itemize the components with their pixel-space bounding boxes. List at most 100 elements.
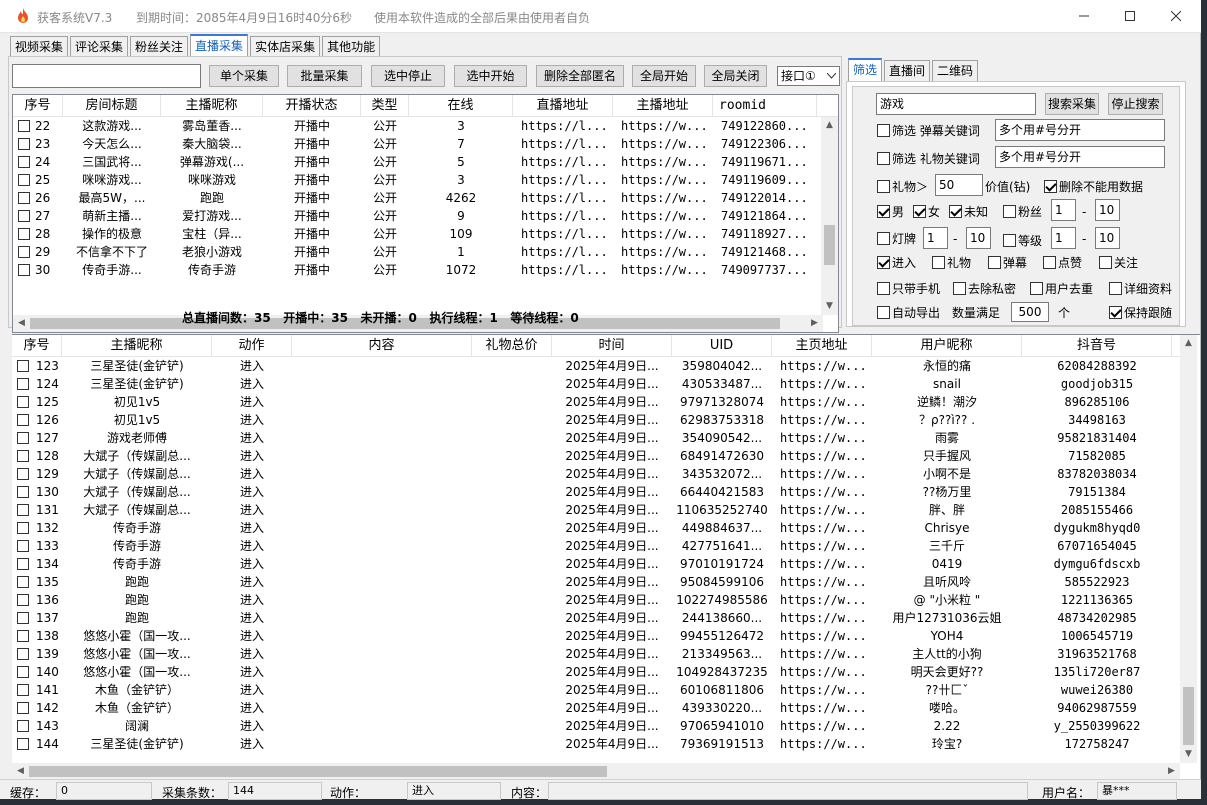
search-collect-button[interactable]: 搜索采集 bbox=[1045, 93, 1099, 115]
row-checkbox[interactable] bbox=[17, 504, 29, 516]
row-checkbox[interactable] bbox=[17, 648, 29, 660]
table-row[interactable]: 24 三国武将... 弹幕游戏(... 开播中 公开 5 https://l... https… bbox=[13, 153, 823, 171]
gift-gt-checkbox[interactable]: 礼物＞ bbox=[877, 179, 928, 195]
col-index[interactable]: 序号 bbox=[13, 95, 63, 117]
col-anchor[interactable]: 主播昵称 bbox=[161, 95, 263, 117]
fans-max-input[interactable]: 10 bbox=[1095, 199, 1120, 221]
row-checkbox[interactable] bbox=[17, 396, 29, 408]
row-checkbox[interactable] bbox=[18, 264, 30, 276]
danmu-filter-checkbox[interactable]: 筛选 弹幕关键词 bbox=[877, 123, 980, 139]
col-content[interactable]: 内容 bbox=[292, 335, 472, 357]
detail-checkbox[interactable]: 详细资料 bbox=[1109, 281, 1172, 297]
row-checkbox[interactable] bbox=[18, 138, 30, 150]
col-gift-total[interactable]: 礼物总价 bbox=[472, 335, 552, 357]
row-checkbox[interactable] bbox=[18, 174, 30, 186]
gift-keyword-input[interactable]: 多个用#号分开 bbox=[995, 146, 1165, 168]
table-row[interactable]: 27 萌新主播... 爱打游戏... 开播中 公开 9 https://l... https:… bbox=[13, 207, 823, 225]
table-row[interactable]: 124 三星圣徒(金铲铲) 进入 2025年4月9日... 430533487... ht… bbox=[12, 375, 1180, 393]
stop-search-button[interactable]: 停止搜索 bbox=[1108, 93, 1163, 115]
table-row[interactable]: 138 悠悠小霍（国一攻... 进入 2025年4月9日... 99455126472 h… bbox=[12, 627, 1180, 645]
tab-live-room[interactable]: 直播间 bbox=[884, 60, 931, 81]
scroll-down-icon[interactable]: ▼ bbox=[1180, 746, 1197, 763]
scroll-left-icon[interactable]: ◀ bbox=[13, 315, 30, 332]
tab-filter[interactable]: 筛选 bbox=[848, 58, 883, 81]
scroll-right-icon[interactable]: ▶ bbox=[806, 315, 823, 332]
row-checkbox[interactable] bbox=[17, 414, 29, 426]
users-table[interactable]: 序号 主播昵称 动作 内容 礼物总价 时间 UID 主页地址 用户昵称 抖音号 … bbox=[12, 334, 1200, 780]
table-row[interactable]: 144 三星圣徒(金铲铲) 进入 2025年4月9日... 79369191513 htt… bbox=[12, 735, 1180, 753]
lamp-checkbox[interactable]: 灯牌 bbox=[877, 231, 916, 247]
row-checkbox[interactable] bbox=[17, 738, 29, 750]
table-row[interactable]: 132 传奇手游 进入 2025年4月9日... 449884637... https:/… bbox=[12, 519, 1180, 537]
table-row[interactable]: 126 初见1v5 进入 2025年4月9日... 62983753318 https:/… bbox=[12, 411, 1180, 429]
scroll-left-icon[interactable]: ◀ bbox=[12, 763, 29, 780]
table-row[interactable]: 140 悠悠小霍（国一攻... 进入 2025年4月9日... 104928437235… bbox=[12, 663, 1180, 681]
row-checkbox[interactable] bbox=[17, 612, 29, 624]
row-checkbox[interactable] bbox=[17, 432, 29, 444]
table-row[interactable]: 137 跑跑 进入 2025年4月9日... 244138660... https://w… bbox=[12, 609, 1180, 627]
gift-filter-checkbox[interactable]: 筛选 礼物关键词 bbox=[877, 151, 980, 167]
like-checkbox[interactable]: 点赞 bbox=[1043, 255, 1082, 271]
level-min-input[interactable]: 1 bbox=[1051, 227, 1076, 249]
level-max-input[interactable]: 10 bbox=[1095, 227, 1120, 249]
start-selected-button[interactable]: 选中开始 bbox=[454, 65, 527, 87]
col-index[interactable]: 序号 bbox=[12, 335, 62, 357]
row-checkbox[interactable] bbox=[17, 522, 29, 534]
table-row[interactable]: 143 阔澜 进入 2025年4月9日... 97065941010 https://w.… bbox=[12, 717, 1180, 735]
tab-comment[interactable]: 评论采集 bbox=[70, 36, 129, 57]
row-checkbox[interactable] bbox=[18, 228, 30, 240]
table-row[interactable]: 26 最高5W，... 跑跑 开播中 公开 4262 https://l... https:/… bbox=[13, 189, 823, 207]
row-checkbox[interactable] bbox=[18, 156, 30, 168]
col-time[interactable]: 时间 bbox=[552, 335, 672, 357]
row-checkbox[interactable] bbox=[17, 702, 29, 714]
tab-qrcode[interactable]: 二维码 bbox=[932, 60, 979, 81]
users-vscroll-thumb[interactable] bbox=[1183, 687, 1194, 745]
table-row[interactable]: 131 大斌子（传媒副总... 进入 2025年4月9日... 110635252740… bbox=[12, 501, 1180, 519]
table-row[interactable]: 141 木鱼（金铲铲） 进入 2025年4月9日... 60106811806 https… bbox=[12, 681, 1180, 699]
danmu-keyword-input[interactable]: 多个用#号分开 bbox=[995, 119, 1165, 141]
table-row[interactable]: 129 大斌子（传媒副总... 进入 2025年4月9日... 343532072...… bbox=[12, 465, 1180, 483]
table-row[interactable]: 23 今天怎么... 秦大脑袋... 开播中 公开 7 https://l... https:… bbox=[13, 135, 823, 153]
col-anchor[interactable]: 主播昵称 bbox=[62, 335, 212, 357]
col-status[interactable]: 开播状态 bbox=[263, 95, 361, 117]
lamp-max-input[interactable]: 10 bbox=[966, 227, 991, 249]
count-input[interactable]: 500 bbox=[1011, 302, 1049, 322]
table-row[interactable]: 130 大斌子（传媒副总... 进入 2025年4月9日... 66440421583 h… bbox=[12, 483, 1180, 501]
row-checkbox[interactable] bbox=[18, 210, 30, 222]
fans-min-input[interactable]: 1 bbox=[1051, 199, 1076, 221]
auto-export-checkbox[interactable]: 自动导出 bbox=[877, 305, 940, 321]
tab-fans[interactable]: 粉丝关注 bbox=[130, 36, 189, 57]
stop-selected-button[interactable]: 选中停止 bbox=[371, 65, 445, 87]
scroll-down-icon[interactable]: ▼ bbox=[821, 298, 838, 315]
col-nickname[interactable]: 用户昵称 bbox=[872, 335, 1022, 357]
row-checkbox[interactable] bbox=[17, 378, 29, 390]
row-checkbox[interactable] bbox=[17, 540, 29, 552]
table-row[interactable]: 135 跑跑 进入 2025年4月9日... 95084599106 https://w.… bbox=[12, 573, 1180, 591]
fans-checkbox[interactable]: 粉丝 bbox=[1003, 204, 1042, 220]
scroll-up-icon[interactable]: ▲ bbox=[1180, 335, 1197, 352]
rooms-table[interactable]: 序号 房间标题 主播昵称 开播状态 类型 在线 直播地址 主播地址 roomid… bbox=[12, 94, 839, 333]
col-homepage[interactable]: 主页地址 bbox=[772, 335, 872, 357]
row-checkbox[interactable] bbox=[18, 192, 30, 204]
tab-video[interactable]: 视频采集 bbox=[10, 36, 69, 57]
remove-private-checkbox[interactable]: 去除私密 bbox=[953, 281, 1016, 297]
row-checkbox[interactable] bbox=[17, 684, 29, 696]
delete-anonymous-button[interactable]: 删除全部匿名 bbox=[536, 65, 624, 87]
table-row[interactable]: 127 游戏老师傅 进入 2025年4月9日... 354090542... https:… bbox=[12, 429, 1180, 447]
maximize-button[interactable] bbox=[1107, 0, 1153, 32]
table-row[interactable]: 25 咪咪游戏... 咪咪游戏 开播中 公开 3 https://l... https://w… bbox=[13, 171, 823, 189]
port-select[interactable]: 接口① bbox=[777, 66, 840, 86]
delete-invalid-checkbox[interactable]: 删除不能用数据 bbox=[1044, 179, 1143, 195]
row-checkbox[interactable] bbox=[17, 666, 29, 678]
global-start-button[interactable]: 全局开始 bbox=[632, 65, 696, 87]
users-hscroll-thumb[interactable] bbox=[29, 766, 607, 777]
row-checkbox[interactable] bbox=[17, 468, 29, 480]
single-collect-button[interactable]: 单个采集 bbox=[209, 65, 279, 87]
tab-live[interactable]: 直播采集 bbox=[190, 34, 249, 57]
rooms-vscroll-thumb[interactable] bbox=[824, 225, 835, 265]
table-row[interactable]: 133 传奇手游 进入 2025年4月9日... 427751641... https:/… bbox=[12, 537, 1180, 555]
gift-value-input[interactable]: 50 bbox=[935, 174, 983, 196]
row-checkbox[interactable] bbox=[17, 594, 29, 606]
tab-other[interactable]: 其他功能 bbox=[322, 36, 381, 57]
scroll-up-icon[interactable]: ▲ bbox=[821, 117, 838, 134]
